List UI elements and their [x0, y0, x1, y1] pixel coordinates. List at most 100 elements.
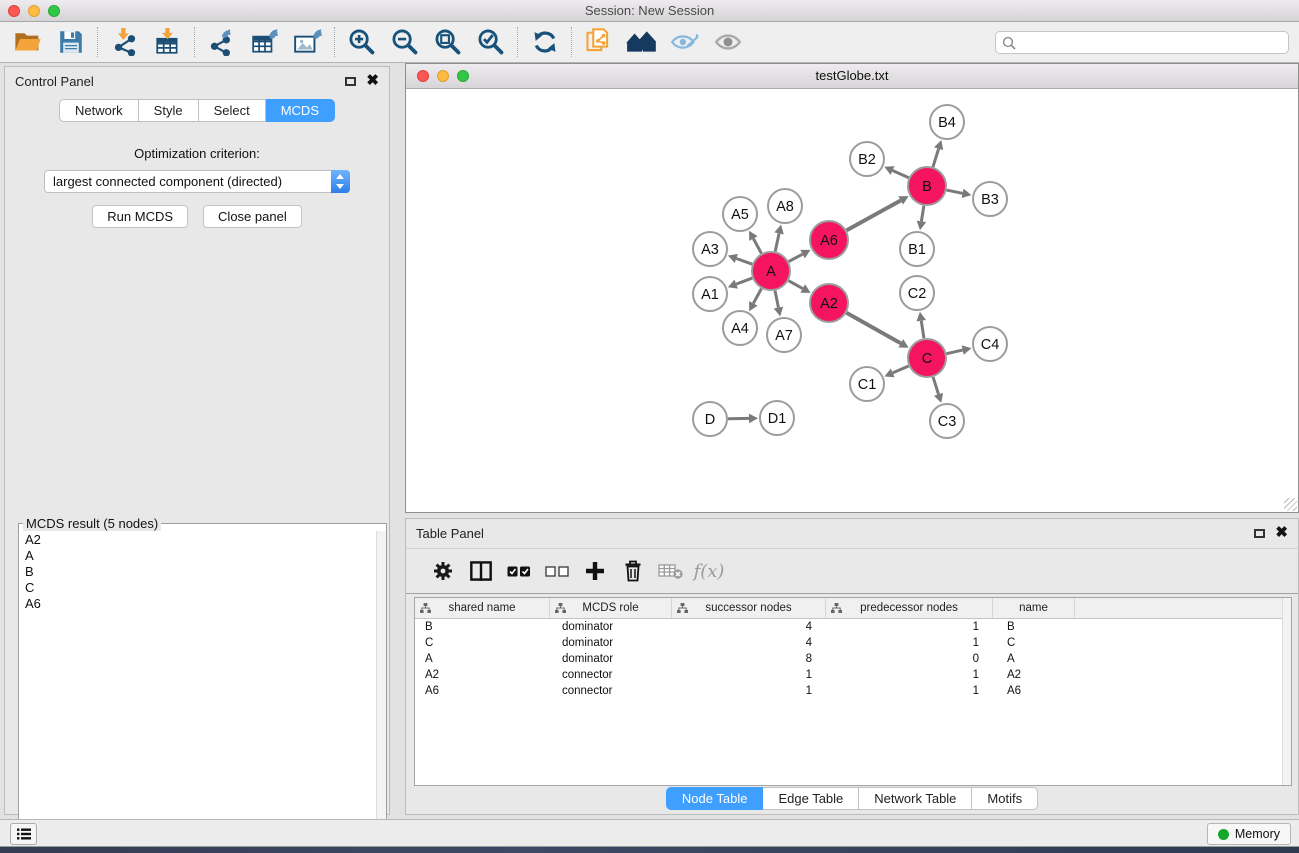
graph-node-label: D1: [768, 411, 787, 427]
graph-edge[interactable]: [893, 366, 909, 373]
hide-eye-icon[interactable]: [663, 24, 706, 60]
tab-style[interactable]: Style: [139, 99, 199, 122]
network-graph[interactable]: AA1A2A3A4A5A6A7A8BB1B2B3B4CC1C2C3C4DD1: [406, 90, 1298, 512]
tab-select[interactable]: Select: [199, 99, 266, 122]
split-panel-icon[interactable]: [462, 553, 500, 589]
refresh-icon[interactable]: [523, 24, 566, 60]
column-header-shared-name[interactable]: shared name: [415, 598, 550, 618]
mcds-result-list[interactable]: A2 A B C A6: [19, 531, 376, 853]
table-row[interactable]: A2 connector 1 1 A2: [415, 667, 1291, 683]
graph-edge[interactable]: [789, 281, 803, 289]
column-header-name[interactable]: name: [993, 598, 1075, 618]
column-header-successor-nodes[interactable]: successor nodes: [672, 598, 826, 618]
select-all-checkboxes-icon[interactable]: [500, 553, 538, 589]
graph-edge[interactable]: [947, 190, 963, 193]
zoom-view-icon[interactable]: [457, 70, 469, 82]
float-panel-icon[interactable]: [1254, 529, 1265, 538]
zoom-selected-icon[interactable]: [469, 24, 512, 60]
toolbar-separator: [194, 27, 195, 57]
zoom-window-icon[interactable]: [48, 5, 60, 17]
desktop-strip: [0, 847, 1299, 853]
scrollbar[interactable]: [1282, 598, 1291, 785]
tab-network[interactable]: Network: [59, 99, 139, 122]
graph-edge[interactable]: [736, 258, 752, 264]
save-icon[interactable]: [49, 24, 92, 60]
graph-edge[interactable]: [789, 254, 803, 261]
close-panel-icon[interactable]: ✖: [366, 76, 379, 86]
table-row[interactable]: A dominator 8 0 A: [415, 651, 1291, 667]
graph-edge[interactable]: [736, 278, 752, 284]
list-item[interactable]: A2: [25, 532, 376, 548]
column-header-mcds-role[interactable]: MCDS role: [550, 598, 672, 618]
clone-network-icon[interactable]: [577, 24, 620, 60]
close-panel-button[interactable]: Close panel: [203, 205, 302, 228]
function-builder-icon[interactable]: f(x): [690, 553, 728, 589]
export-image-icon[interactable]: [286, 24, 329, 60]
export-table-icon[interactable]: [243, 24, 286, 60]
graph-node-label: C2: [908, 286, 927, 302]
minimize-view-icon[interactable]: [437, 70, 449, 82]
tab-node-table[interactable]: Node Table: [666, 787, 764, 810]
open-folder-icon[interactable]: [6, 24, 49, 60]
list-item[interactable]: A6: [25, 596, 376, 612]
graph-edge-arrowhead: [962, 189, 972, 198]
list-item[interactable]: A: [25, 548, 376, 564]
table-row[interactable]: B dominator 4 1 B: [415, 619, 1291, 635]
list-item[interactable]: C: [25, 580, 376, 596]
graph-edge[interactable]: [933, 149, 939, 167]
float-panel-icon[interactable]: [345, 77, 356, 86]
search-input[interactable]: [1016, 35, 1282, 50]
tab-motifs[interactable]: Motifs: [972, 787, 1038, 810]
graph-edge[interactable]: [775, 233, 779, 251]
settings-gear-icon[interactable]: [424, 553, 462, 589]
add-column-icon[interactable]: [576, 553, 614, 589]
minimize-window-icon[interactable]: [28, 5, 40, 17]
graph-edge[interactable]: [947, 350, 963, 354]
close-view-icon[interactable]: [417, 70, 429, 82]
table-row[interactable]: A6 connector 1 1 A6: [415, 683, 1291, 699]
zoom-in-icon[interactable]: [340, 24, 383, 60]
show-eye-icon[interactable]: [706, 24, 749, 60]
home-icon[interactable]: [620, 24, 663, 60]
graph-node-label: A7: [775, 328, 793, 344]
graph-edge[interactable]: [933, 377, 938, 394]
graph-edge[interactable]: [921, 321, 924, 339]
show-panels-button[interactable]: [10, 823, 37, 845]
memory-button[interactable]: Memory: [1207, 823, 1291, 845]
import-network-icon[interactable]: [103, 24, 146, 60]
graph-edge-arrowhead: [774, 307, 783, 317]
resize-grip[interactable]: [1284, 498, 1297, 511]
graph-edge[interactable]: [893, 170, 909, 177]
delete-table-icon[interactable]: [652, 553, 690, 589]
list-item[interactable]: B: [25, 564, 376, 580]
graph-edge[interactable]: [847, 200, 901, 230]
column-header-predecessor-nodes[interactable]: predecessor nodes: [826, 598, 993, 618]
search-field[interactable]: [995, 31, 1289, 54]
mcds-result-title: MCDS result (5 nodes): [23, 516, 161, 531]
tab-network-table[interactable]: Network Table: [859, 787, 972, 810]
tab-edge-table[interactable]: Edge Table: [763, 787, 859, 810]
memory-status-icon: [1218, 829, 1229, 840]
graph-edge[interactable]: [921, 206, 923, 222]
control-panel: Control Panel ✖ Network Style Select MCD…: [4, 66, 390, 815]
table-tabs: Node Table Edge Table Network Table Moti…: [406, 787, 1298, 810]
network-canvas[interactable]: AA1A2A3A4A5A6A7A8BB1B2B3B4CC1C2C3C4DD1: [406, 90, 1298, 512]
tab-mcds[interactable]: MCDS: [266, 99, 335, 122]
close-panel-icon[interactable]: ✖: [1275, 528, 1288, 538]
close-window-icon[interactable]: [8, 5, 20, 17]
graph-edge[interactable]: [775, 291, 778, 308]
import-table-icon[interactable]: [146, 24, 189, 60]
zoom-out-icon[interactable]: [383, 24, 426, 60]
deselect-checkboxes-icon[interactable]: [538, 553, 576, 589]
optimization-criterion-select[interactable]: largest connected component (directed): [44, 170, 350, 193]
export-network-icon[interactable]: [200, 24, 243, 60]
table-row[interactable]: C dominator 4 1 C: [415, 635, 1291, 651]
graph-edge[interactable]: [846, 313, 900, 344]
graph-edge[interactable]: [753, 289, 761, 304]
run-mcds-button[interactable]: Run MCDS: [92, 205, 188, 228]
graph-edge[interactable]: [753, 239, 761, 254]
delete-column-icon[interactable]: [614, 553, 652, 589]
zoom-fit-icon[interactable]: [426, 24, 469, 60]
network-window-titlebar[interactable]: testGlobe.txt: [406, 64, 1298, 89]
scrollbar[interactable]: [376, 531, 386, 853]
